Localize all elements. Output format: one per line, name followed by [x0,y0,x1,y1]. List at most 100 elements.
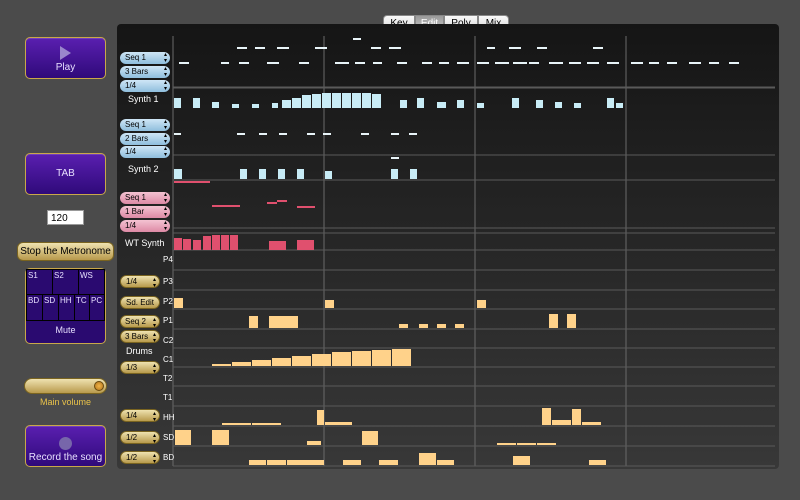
tab-button[interactable]: TAB [25,153,106,195]
velocity-bar [410,169,417,179]
mute-label: Mute [55,325,76,335]
mute-sd[interactable]: SD [42,294,59,321]
row-label-p2: P2 [163,297,173,306]
note [237,133,245,135]
synth2-div-label: 1/4 [125,147,137,156]
synth1-seq-select[interactable]: Seq 1 ▴ ▾ [120,52,170,64]
row-label-c1: C1 [163,355,174,364]
sequencer-grid[interactable] [117,24,779,469]
volume-slider[interactable] [24,378,107,394]
synth1-bars-select[interactable]: 3 Bars ▴ ▾ [120,66,170,78]
synth1-name: Synth 1 [128,94,159,104]
sd-div-select[interactable]: 1/2 ▴ ▾ [120,431,160,445]
note [277,47,289,49]
velocity-bar [183,239,191,250]
drum-bar [517,443,536,445]
mute-bd-label: BD [28,296,40,305]
synth2-seq-select[interactable]: Seq 1 ▴ ▾ [120,119,170,131]
drum-bar [232,362,251,366]
velocity-bar [230,235,238,250]
bd-div-select[interactable]: 1/2 ▴ ▾ [120,451,160,465]
mute-ws[interactable]: WS [78,269,105,295]
note [174,133,181,135]
drum-bar [552,420,571,425]
velocity-bar [555,102,562,108]
velocity-bar [362,93,371,108]
note [255,47,265,49]
wt-div-label: 1/4 [125,221,137,230]
mute-tc[interactable]: TC [74,294,90,321]
mute-s1[interactable]: S1 [26,269,53,295]
stepper-icon: ▴ ▾ [163,206,167,218]
drum-bar [419,453,436,465]
note [355,62,365,64]
note [593,47,603,49]
note [389,47,401,49]
velocity-bar [607,98,614,108]
note [487,47,495,49]
sd-edit-button[interactable]: Sd. Edit [120,296,160,309]
velocity-bar [203,236,211,250]
drum-bar [252,423,281,425]
drum-bar [513,456,530,465]
volume-knob[interactable] [94,381,105,391]
stepper-icon: ▴ ▾ [163,146,167,158]
row-label-p1: P1 [163,316,173,325]
stepper-icon: ▴ ▾ [163,133,167,145]
drums-seq-select[interactable]: Seq 2 ▴ ▾ [120,315,160,329]
drum-bar [437,460,454,465]
row-label-sd: SD [163,433,175,442]
c1-div-select[interactable]: 1/3 ▴ ▾ [120,361,160,375]
mute-bd[interactable]: BD [26,294,43,321]
bd-div-label: 1/2 [126,453,138,462]
velocity-bar [400,100,407,108]
mute-s2[interactable]: S2 [52,269,79,295]
stepper-icon: ▴ ▾ [152,363,156,375]
velocity-bar [212,102,219,108]
mute-ws-label: WS [80,271,93,280]
play-button[interactable]: Play [25,37,106,79]
note [439,62,449,64]
c1-div-label: 1/3 [126,363,138,372]
wt-div-select[interactable]: 1/4 ▴ ▾ [120,220,170,232]
tempo-field[interactable]: 120 [47,210,84,225]
note [729,62,739,64]
note [391,133,399,135]
drum-bar [312,354,331,366]
wt-bars-select[interactable]: 1 Bar ▴ ▾ [120,206,170,218]
note [371,47,381,49]
drums-bars-select[interactable]: 3 Bars ▴ ▾ [120,330,160,344]
note [607,62,619,64]
p3-div-select[interactable]: 1/4 ▴ ▾ [120,275,160,289]
velocity-bar [417,98,424,108]
wt-seq-select[interactable]: Seq 1 ▴ ▾ [120,192,170,204]
stepper-icon: ▴ ▾ [152,277,156,289]
drum-bar [292,356,311,366]
mute-hh[interactable]: HH [58,294,75,321]
velocity-bar [269,241,286,250]
note [239,62,249,64]
drum-bar [325,422,352,425]
mute-pc-label: PC [91,296,103,305]
note [391,157,399,159]
drum-bar [477,300,486,308]
mute-pc[interactable]: PC [89,294,105,321]
hh-div-label: 1/4 [126,411,138,420]
velocity-bar [278,169,285,179]
metronome-button[interactable]: Stop the Metronome [17,242,114,261]
note [397,62,407,64]
hh-div-select[interactable]: 1/4 ▴ ▾ [120,409,160,423]
note [537,47,547,49]
drum-bar [392,349,411,366]
velocity-bar [512,98,519,108]
synth2-bars-select[interactable]: 2 Bars ▴ ▾ [120,133,170,145]
synth1-div-select[interactable]: 1/4 ▴ ▾ [120,80,170,92]
velocity-bar [292,98,301,108]
note [323,133,331,135]
record-button[interactable]: Record the song [25,425,106,467]
synth2-div-select[interactable]: 1/4 ▴ ▾ [120,146,170,158]
synth1-bars-label: 3 Bars [125,67,149,76]
velocity-bar [174,98,181,108]
velocity-bar [437,102,446,108]
row-label-hh: HH [163,413,175,422]
